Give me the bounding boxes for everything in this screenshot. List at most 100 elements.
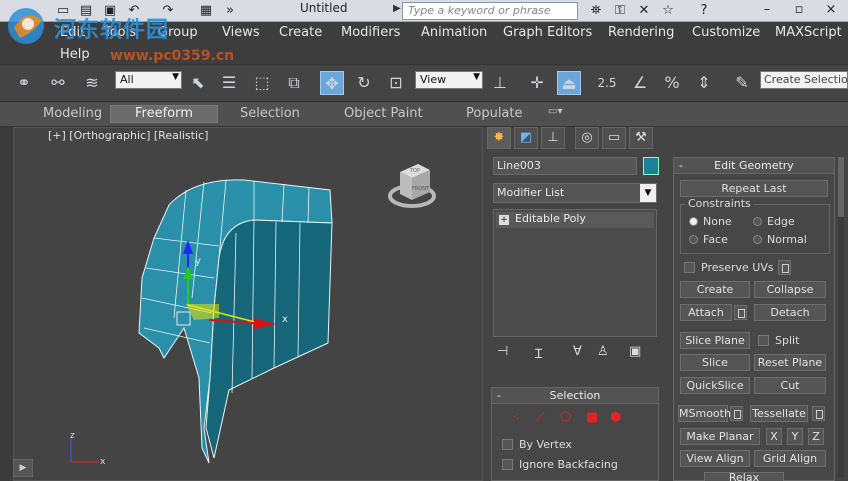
rectangle-selection-icon[interactable]: ⬚ [250, 71, 274, 95]
preserve-uvs-checkbox[interactable]: Preserve UVs [684, 261, 774, 274]
configure-sets-icon[interactable]: ▣ [629, 344, 641, 359]
menu-customize[interactable]: Customize [692, 25, 760, 40]
vertex-icon[interactable]: ⁖ [512, 410, 520, 425]
rotate-icon[interactable]: ↻ [352, 71, 376, 95]
planar-y-button[interactable]: Y [787, 428, 803, 445]
scrollbar-thumb[interactable] [838, 157, 844, 217]
tab-modeling[interactable]: Modeling [43, 106, 102, 121]
object-name-field[interactable]: Line003 [493, 157, 637, 175]
pivot-center-icon[interactable]: ⊥ [488, 71, 512, 95]
unlink-icon[interactable]: ⚯ [46, 71, 70, 95]
tab-freeform[interactable]: Freeform [110, 105, 218, 123]
tessellate-button[interactable]: Tessellate [750, 405, 808, 422]
hierarchy-panel-icon[interactable]: ⊥ [541, 127, 565, 149]
msmooth-settings-button[interactable] [730, 406, 743, 421]
reference-coordinate-dropdown[interactable]: View ▼ [415, 71, 483, 89]
ribbon-options-icon[interactable]: ▭▾ [548, 106, 562, 117]
create-button[interactable]: Create [680, 281, 750, 298]
constraint-normal-radio[interactable]: Normal [753, 233, 807, 246]
slice-plane-button[interactable]: Slice Plane [680, 332, 750, 349]
menu-animation[interactable]: Animation [421, 25, 487, 40]
reset-plane-button[interactable]: Reset Plane [754, 354, 826, 371]
object-color-swatch[interactable] [643, 157, 659, 175]
binoculars-icon[interactable]: ⛯ [588, 3, 604, 19]
spinner-snap-icon[interactable]: ⇕ [692, 71, 716, 95]
play-icon[interactable]: ▶ [13, 459, 33, 477]
show-end-result-icon[interactable]: Ɪ [535, 344, 542, 362]
selection-set-input[interactable]: Create Selection Set [760, 71, 848, 89]
tab-selection[interactable]: Selection [240, 106, 300, 121]
make-unique-icon[interactable]: ∀ [573, 344, 582, 359]
key-icon[interactable]: ⚿ [612, 3, 628, 19]
scale-icon[interactable]: ⊡ [384, 71, 408, 95]
element-icon[interactable]: ⬢ [610, 410, 621, 425]
quickslice-button[interactable]: QuickSlice [680, 377, 750, 394]
search-input[interactable]: Type a keyword or phrase [402, 2, 578, 20]
remove-modifier-icon[interactable]: ♙ [597, 344, 609, 359]
constraint-edge-radio[interactable]: Edge [753, 215, 795, 228]
modifier-list-dropdown[interactable]: Modifier List ▼ [493, 183, 657, 203]
selection-rollout-header[interactable]: - Selection [492, 388, 658, 404]
border-icon[interactable]: ⬠ [560, 410, 571, 425]
edit-named-selection-icon[interactable]: ✎ [730, 71, 754, 95]
more-icon[interactable]: » [222, 3, 238, 19]
collapse-button[interactable]: Collapse [754, 281, 826, 298]
tab-populate[interactable]: Populate [466, 106, 523, 121]
view-align-button[interactable]: View Align [680, 450, 750, 467]
menu-modifiers[interactable]: Modifiers [341, 25, 400, 40]
ignore-backfacing-checkbox[interactable]: Ignore Backfacing [502, 458, 618, 471]
angle-snap-icon[interactable]: ∠ [628, 71, 652, 95]
select-manipulate-icon[interactable]: ✛ [525, 71, 549, 95]
menu-help[interactable]: Help [60, 47, 90, 62]
minimize-button[interactable]: – [752, 0, 782, 20]
exchange-icon[interactable]: ✕ [636, 3, 652, 19]
link-icon[interactable]: ⚭ [12, 71, 36, 95]
menu-rendering[interactable]: Rendering [608, 25, 674, 40]
polygon-icon[interactable]: ■ [586, 410, 598, 425]
viewport-orthographic[interactable]: [+] [Orthographic] [Realistic] x y TOP F… [13, 127, 483, 481]
planar-z-button[interactable]: Z [808, 428, 824, 445]
menu-create[interactable]: Create [279, 25, 322, 40]
keyboard-shortcut-override-icon[interactable]: ⏏ [557, 71, 581, 95]
search-arrow-icon[interactable]: ▶ [393, 3, 401, 14]
favorites-icon[interactable]: ☆ [660, 3, 676, 19]
snaps-toggle-icon[interactable]: 2.5 [595, 71, 619, 95]
create-panel-icon[interactable]: ✸ [487, 127, 511, 149]
relax-button[interactable]: Relax [704, 472, 784, 481]
select-by-name-icon[interactable]: ☰ [217, 71, 241, 95]
window-crossing-icon[interactable]: ⧉ [282, 71, 306, 95]
command-panel-scrollbar[interactable] [838, 157, 844, 477]
detach-button[interactable]: Detach [754, 304, 826, 321]
repeat-last-button[interactable]: Repeat Last [680, 180, 828, 197]
grid-align-button[interactable]: Grid Align [754, 450, 826, 467]
split-checkbox[interactable]: Split [758, 334, 799, 347]
select-object-icon[interactable]: ⬉ [186, 71, 210, 95]
tab-object-paint[interactable]: Object Paint [344, 106, 423, 121]
make-planar-button[interactable]: Make Planar [680, 428, 760, 445]
attach-button[interactable]: Attach [680, 304, 732, 321]
utilities-panel-icon[interactable]: ⚒ [629, 127, 653, 149]
selection-filter-dropdown[interactable]: All ▼ [115, 71, 182, 89]
slice-button[interactable]: Slice [680, 354, 750, 371]
tessellate-settings-button[interactable] [812, 406, 825, 421]
constraint-face-radio[interactable]: Face [689, 233, 728, 246]
constraint-none-radio[interactable]: None [689, 215, 732, 228]
menu-graph-editors[interactable]: Graph Editors [503, 25, 592, 40]
pin-stack-icon[interactable]: ⊣ [497, 344, 508, 359]
by-vertex-checkbox[interactable]: By Vertex [502, 438, 572, 451]
menu-maxscript[interactable]: MAXScript [775, 25, 842, 40]
stack-item-editable-poly[interactable]: + Editable Poly [496, 212, 654, 228]
msmooth-button[interactable]: MSmooth [678, 405, 731, 422]
display-panel-icon[interactable]: ▭ [602, 127, 626, 149]
menu-views[interactable]: Views [222, 25, 260, 40]
edit-geometry-rollout-header[interactable]: - Edit Geometry [674, 158, 834, 174]
expand-icon[interactable]: + [499, 215, 509, 225]
close-button[interactable]: × [816, 0, 846, 20]
viewcube[interactable]: TOP FRONT [388, 164, 436, 208]
cut-button[interactable]: Cut [754, 377, 826, 394]
preserve-uvs-settings-button[interactable] [778, 260, 791, 275]
bind-space-warp-icon[interactable]: ≋ [80, 71, 104, 95]
move-icon[interactable]: ✥ [320, 71, 344, 95]
attach-settings-button[interactable] [734, 305, 747, 320]
maximize-button[interactable]: ▫ [784, 0, 814, 20]
